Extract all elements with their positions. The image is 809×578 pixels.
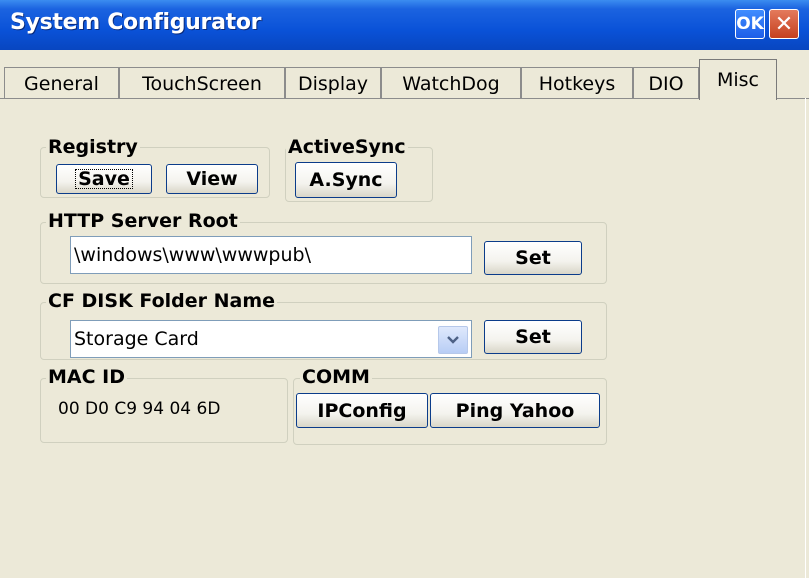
- chevron-down-icon: [447, 336, 459, 344]
- title-bar: System Configurator OK ✕: [0, 0, 809, 50]
- http-set-button[interactable]: Set: [484, 241, 582, 275]
- activesync-button[interactable]: A.Sync: [295, 162, 397, 198]
- cf-disk-select[interactable]: Storage Card: [70, 320, 472, 358]
- mac-id-value: 00 D0 C9 94 04 6D: [58, 399, 221, 419]
- tab-label: WatchDog: [402, 72, 500, 95]
- registry-label: Registry: [46, 136, 140, 158]
- http-server-root-label: HTTP Server Root: [46, 210, 240, 232]
- tab-watchdog[interactable]: WatchDog: [381, 67, 521, 99]
- window-title: System Configurator: [10, 10, 262, 35]
- tab-hotkeys[interactable]: Hotkeys: [521, 67, 633, 99]
- close-button[interactable]: ✕: [769, 9, 799, 39]
- save-button[interactable]: Save: [56, 164, 152, 194]
- tab-label: DIO: [648, 72, 684, 95]
- ok-button[interactable]: OK: [735, 9, 765, 39]
- tab-label: Misc: [716, 69, 760, 91]
- tab-label: Hotkeys: [538, 72, 616, 95]
- tab-misc[interactable]: Misc: [699, 59, 777, 100]
- dropdown-button[interactable]: [438, 326, 468, 354]
- activesync-label: ActiveSync: [286, 136, 408, 158]
- tab-divider: [0, 98, 809, 99]
- tab-label: Display: [297, 72, 369, 95]
- tab-label: TouchScreen: [142, 72, 262, 95]
- view-button[interactable]: View: [166, 164, 258, 194]
- tab-strip: General TouchScreen Display WatchDog Hot…: [0, 57, 809, 100]
- ipconfig-button[interactable]: IPConfig: [296, 393, 428, 428]
- close-icon: ✕: [774, 11, 794, 37]
- comm-label: COMM: [300, 366, 372, 388]
- mac-id-label: MAC ID: [46, 366, 128, 388]
- tab-touchscreen[interactable]: TouchScreen: [119, 67, 285, 99]
- cf-disk-label: CF DISK Folder Name: [46, 290, 278, 312]
- cf-disk-set-button[interactable]: Set: [484, 320, 582, 354]
- save-label: Save: [75, 169, 133, 189]
- tab-dio[interactable]: DIO: [633, 67, 699, 99]
- tab-label: General: [24, 72, 99, 95]
- tab-general[interactable]: General: [4, 67, 119, 99]
- page-edge: [805, 98, 806, 578]
- ping-yahoo-button[interactable]: Ping Yahoo: [430, 393, 600, 428]
- http-root-input[interactable]: \windows\www\wwwpub\: [70, 236, 472, 274]
- cf-disk-value: Storage Card: [74, 328, 199, 350]
- tab-display[interactable]: Display: [285, 67, 381, 99]
